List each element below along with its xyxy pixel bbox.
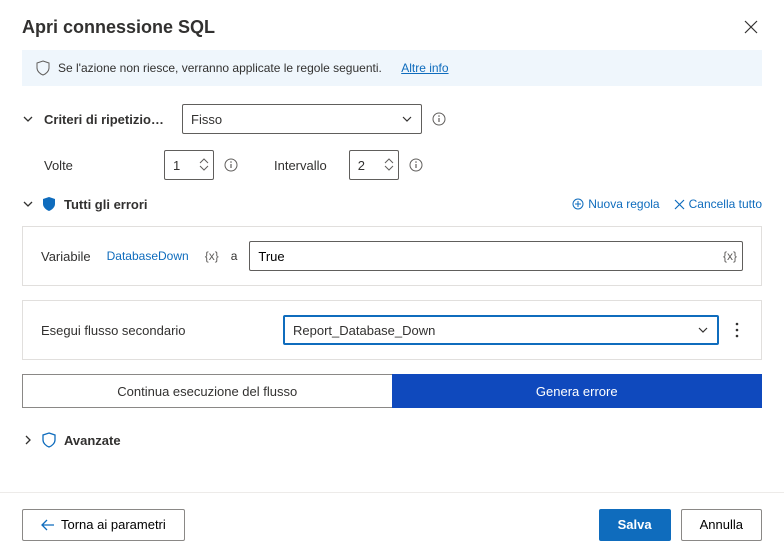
new-rule-label: Nuova regola <box>588 197 659 211</box>
notice-more-link[interactable]: Altre info <box>401 61 448 75</box>
shield-icon <box>42 196 56 212</box>
rule-row-variable: Variabile DatabaseDown {x} a {x} <box>22 226 762 286</box>
retry-criteria-value: Fisso <box>191 112 222 127</box>
chevron-down-icon[interactable] <box>199 165 209 172</box>
chevron-down-icon[interactable] <box>22 198 34 210</box>
more-vertical-icon <box>735 322 739 338</box>
interval-input[interactable]: 2 <box>349 150 399 180</box>
subflow-value: Report_Database_Down <box>293 323 435 338</box>
times-label: Volte <box>22 158 154 173</box>
save-button[interactable]: Salva <box>599 509 671 541</box>
times-value: 1 <box>173 158 180 173</box>
plus-icon <box>572 198 584 210</box>
interval-value: 2 <box>358 158 365 173</box>
clear-all-label: Cancella tutto <box>689 197 762 211</box>
chevron-down-icon[interactable] <box>384 165 394 172</box>
clear-all-button[interactable]: Cancella tutto <box>674 197 762 211</box>
info-icon[interactable] <box>224 158 238 172</box>
rule-row-subflow: Esegui flusso secondario Report_Database… <box>22 300 762 360</box>
insert-token-button[interactable]: {x} <box>723 249 737 263</box>
continue-execution-button[interactable]: Continua esecuzione del flusso <box>22 374 392 408</box>
new-rule-button[interactable]: Nuova regola <box>572 197 659 211</box>
chevron-right-icon[interactable] <box>22 434 34 446</box>
info-icon[interactable] <box>432 112 446 126</box>
notice-text: Se l'azione non riesce, verranno applica… <box>58 61 382 75</box>
times-input[interactable]: 1 <box>164 150 214 180</box>
subflow-label: Esegui flusso secondario <box>41 323 271 338</box>
throw-error-button[interactable]: Genera errore <box>392 374 763 408</box>
chevron-down-icon <box>697 324 709 336</box>
back-label: Torna ai parametri <box>61 517 166 532</box>
subflow-select[interactable]: Report_Database_Down <box>283 315 719 345</box>
assign-separator: a <box>231 249 238 263</box>
arrow-left-icon <box>41 519 55 531</box>
variable-chip[interactable]: DatabaseDown <box>103 248 193 264</box>
cancel-button[interactable]: Annulla <box>681 509 762 541</box>
dialog-title: Apri connessione SQL <box>22 17 215 38</box>
info-icon[interactable] <box>409 158 423 172</box>
shield-icon <box>36 60 50 76</box>
shield-icon <box>42 432 56 448</box>
advanced-label: Avanzate <box>64 433 121 448</box>
notice-bar: Se l'azione non riesce, verranno applica… <box>22 50 762 86</box>
variable-label: Variabile <box>41 249 91 264</box>
errors-title: Tutti gli errori <box>64 197 148 212</box>
close-icon <box>744 20 758 34</box>
chevron-down-icon[interactable] <box>22 113 34 125</box>
retry-criteria-label: Criteri di ripetizio… <box>44 112 172 127</box>
chevron-up-icon[interactable] <box>384 158 394 165</box>
retry-criteria-select[interactable]: Fisso <box>182 104 422 134</box>
close-icon <box>674 199 685 210</box>
variable-value-input[interactable] <box>249 241 743 271</box>
back-button[interactable]: Torna ai parametri <box>22 509 185 541</box>
chevron-down-icon <box>401 113 413 125</box>
close-button[interactable] <box>740 16 762 38</box>
interval-label: Intervallo <box>274 158 327 173</box>
variable-token[interactable]: {x} <box>205 249 219 263</box>
chevron-up-icon[interactable] <box>199 158 209 165</box>
more-button[interactable] <box>731 318 743 342</box>
